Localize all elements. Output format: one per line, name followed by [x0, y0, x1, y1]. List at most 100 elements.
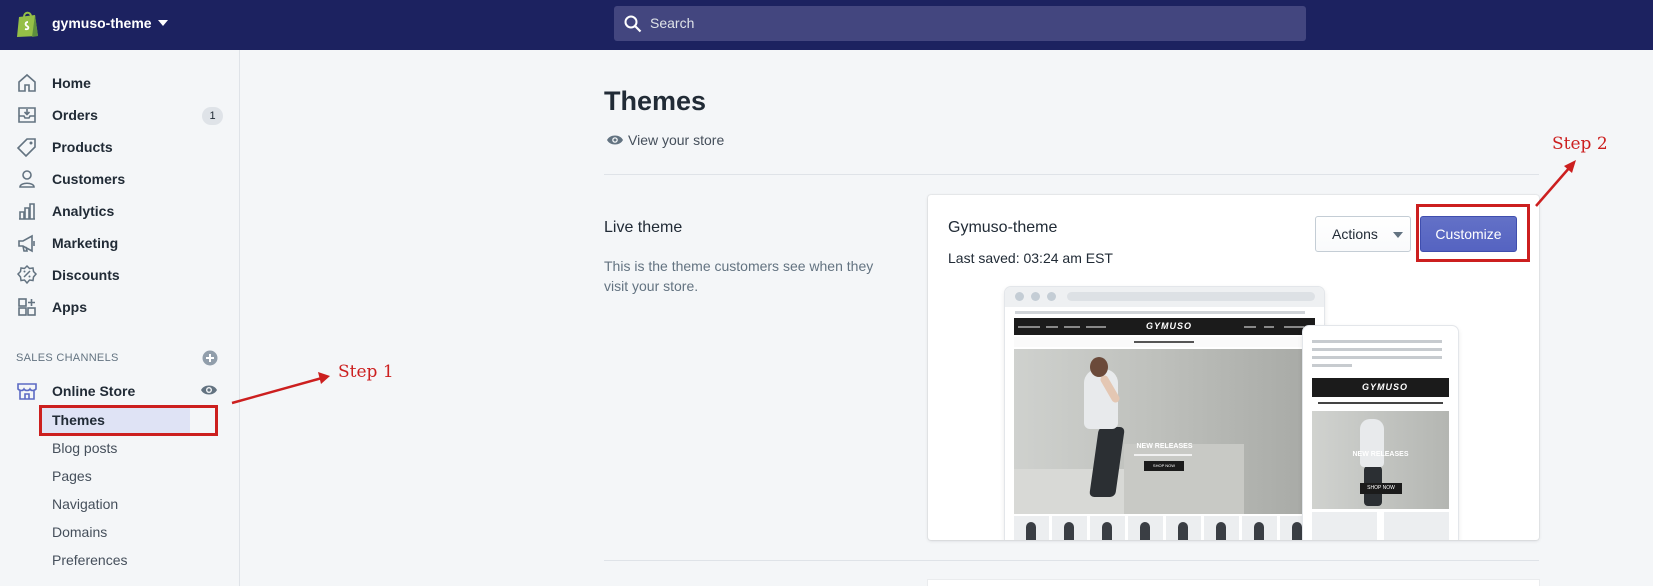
- shopify-bag-icon[interactable]: [16, 10, 40, 38]
- preview-logo: GYMUSO: [1146, 321, 1193, 331]
- nav-link: [1018, 326, 1040, 328]
- sidebar-subitem-blog-posts[interactable]: Blog posts: [40, 435, 190, 461]
- product-tile: [1242, 516, 1277, 540]
- search-input[interactable]: Search: [614, 6, 1306, 41]
- mobile-nav-bar: GYMUSO: [1312, 378, 1449, 397]
- step2-highlight-box: [1416, 204, 1530, 262]
- sidebar-subitem-preferences[interactable]: Preferences: [40, 547, 190, 573]
- hero-shop-button: SHOP NOW: [1360, 483, 1402, 494]
- product-tile: [1204, 516, 1239, 540]
- step1-arrow: [231, 376, 323, 405]
- product-tile: [1166, 516, 1201, 540]
- sidebar-subitem-pages[interactable]: Pages: [40, 463, 190, 489]
- browser-bar: [1005, 287, 1324, 307]
- sidebar-subitem-label: Preferences: [52, 552, 128, 568]
- hero-title: NEW RELEASES: [1352, 451, 1409, 458]
- sidebar-item-label: Online Store: [52, 383, 136, 399]
- step2-arrowhead: [1564, 160, 1576, 173]
- nav-link: [1064, 326, 1080, 328]
- apps-icon: [18, 298, 36, 316]
- product-image: [1140, 522, 1150, 540]
- bar-chart-icon: [19, 203, 35, 220]
- sidebar-item-home[interactable]: Home: [0, 68, 240, 98]
- nav-link: [1264, 326, 1274, 328]
- live-theme-description: This is the theme customers see when the…: [604, 258, 874, 294]
- divider: [604, 560, 1539, 561]
- hero-shop-button: SHOP NOW: [1144, 461, 1184, 471]
- sidebar-item-discounts[interactable]: Discounts: [0, 260, 240, 290]
- model-figure: [1090, 357, 1108, 377]
- sidebar-subitem-domains[interactable]: Domains: [40, 519, 190, 545]
- promo-text: [1318, 402, 1443, 404]
- theme-name: Gymuso-theme: [948, 219, 1058, 236]
- step1-arrowhead: [318, 372, 330, 384]
- view-store-label: View your store: [628, 132, 725, 148]
- product-image: [1178, 522, 1188, 540]
- sidebar-item-marketing[interactable]: Marketing: [0, 228, 240, 258]
- last-saved-text: Last saved: 03:24 am EST: [948, 250, 1113, 266]
- sidebar-item-products[interactable]: Products: [0, 132, 240, 162]
- site-nav-bar: GYMUSO: [1014, 318, 1315, 335]
- chevron-down-icon[interactable]: [158, 20, 168, 26]
- live-theme-heading: Live theme: [604, 219, 683, 236]
- view-store-eye-icon[interactable]: [200, 383, 218, 397]
- preview-logo: GYMUSO: [1362, 382, 1409, 392]
- product-image: [1102, 522, 1112, 540]
- page-title: Themes: [604, 86, 707, 116]
- search-placeholder: Search: [650, 15, 695, 31]
- promo-bar: [1312, 399, 1449, 408]
- window-dot: [1047, 292, 1056, 301]
- mobile-theme-preview[interactable]: GYMUSO NEW RELEASES SHOP NOW: [1303, 326, 1458, 540]
- person-icon: [19, 170, 35, 188]
- orders-icon: [18, 107, 36, 123]
- product-tile: [1052, 516, 1087, 540]
- search-icon: [624, 15, 642, 33]
- sidebar-subitem-navigation[interactable]: Navigation: [40, 491, 190, 517]
- sidebar-item-customers[interactable]: Customers: [0, 164, 240, 194]
- nav-link: [1284, 326, 1304, 328]
- promo-text: [1134, 341, 1194, 343]
- url-bar: [1067, 292, 1315, 301]
- sidebar-item-label: Marketing: [52, 235, 119, 251]
- desktop-theme-preview[interactable]: GYMUSO NEW RELEASES SHOP NOW: [1005, 287, 1324, 540]
- sidebar-item-label: Apps: [52, 299, 87, 315]
- product-image: [1254, 522, 1264, 540]
- product-image: [1026, 522, 1036, 540]
- hero-banner: NEW RELEASES SHOP NOW: [1312, 411, 1449, 509]
- product-tile: [1384, 512, 1449, 540]
- product-tile: [1014, 516, 1049, 540]
- megaphone-icon: [18, 234, 35, 253]
- product-tiles: [1014, 516, 1315, 540]
- nav-link: [1244, 326, 1256, 328]
- sidebar-subitem-label: Blog posts: [52, 440, 118, 456]
- sidebar-item-label: Home: [52, 75, 91, 91]
- tag-icon: [16, 138, 36, 158]
- step2-annotation: Step 2: [1552, 134, 1608, 154]
- sidebar-item-orders[interactable]: Orders 1: [0, 100, 240, 130]
- next-theme-card: [928, 580, 1539, 586]
- sidebar-item-apps[interactable]: Apps: [0, 292, 240, 322]
- sidebar-item-label: Discounts: [52, 267, 120, 283]
- product-image: [1216, 522, 1226, 540]
- product-tile: [1128, 516, 1163, 540]
- sidebar: Home Orders 1 Products Customers Analyti…: [0, 50, 240, 586]
- sidebar-subitem-label: Domains: [52, 524, 108, 540]
- cookie-notice: [1312, 364, 1352, 367]
- step2-arrow: [1535, 166, 1571, 207]
- top-bar: gymuso-theme Search: [0, 0, 1653, 50]
- cookie-notice: [1312, 340, 1442, 343]
- actions-dropdown-button[interactable]: Actions: [1315, 216, 1411, 252]
- product-tile: [1312, 512, 1377, 540]
- store-name[interactable]: gymuso-theme: [52, 15, 152, 31]
- sidebar-item-analytics[interactable]: Analytics: [0, 196, 240, 226]
- product-image: [1292, 522, 1302, 540]
- hero-title: NEW RELEASES: [1136, 443, 1193, 450]
- add-channel-plus-icon[interactable]: [202, 350, 218, 366]
- divider: [604, 174, 1539, 175]
- step1-annotation: Step 1: [338, 362, 394, 382]
- hero-banner: NEW RELEASES SHOP NOW: [1014, 349, 1315, 514]
- actions-label: Actions: [1332, 226, 1378, 242]
- discount-icon: [16, 264, 38, 285]
- product-image: [1064, 522, 1074, 540]
- chevron-down-icon: [1393, 232, 1403, 238]
